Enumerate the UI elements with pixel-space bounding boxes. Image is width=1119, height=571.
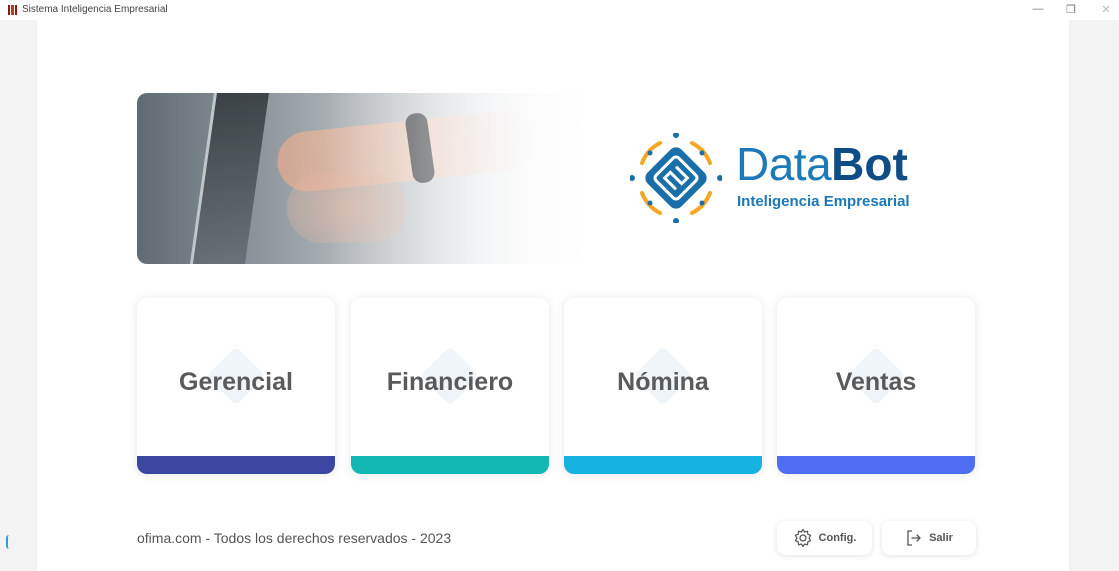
module-card-accent-bar	[777, 456, 975, 474]
footer-copyright: ofima.com - Todos los derechos reservado…	[137, 530, 452, 546]
module-card-accent-bar	[137, 456, 335, 474]
module-card-gerencial[interactable]: Gerencial	[137, 298, 335, 474]
minimize-button[interactable]: —	[1030, 3, 1046, 15]
config-button-label: Config.	[818, 532, 857, 544]
module-card-label: Gerencial	[179, 368, 293, 396]
side-indicator	[6, 535, 12, 549]
hero-image	[137, 93, 607, 264]
maximize-button[interactable]: ❐	[1063, 3, 1079, 16]
module-card-label: Nómina	[617, 368, 709, 396]
window-titlebar: Sistema Inteligencia Empresarial — ❐ ✕	[0, 0, 1119, 20]
brand-name-light: Data	[736, 138, 832, 190]
logout-icon	[907, 530, 921, 546]
module-card-accent-bar	[351, 456, 549, 474]
databot-logo-icon	[630, 133, 722, 223]
exit-button-label: Salir	[929, 532, 953, 544]
config-button[interactable]: Config.	[777, 521, 872, 555]
window-title: Sistema Inteligencia Empresarial	[22, 4, 168, 15]
app-icon	[8, 5, 17, 15]
databot-logo: DataBot Inteligencia Empresarial	[630, 133, 950, 223]
window-edge-right	[1069, 20, 1119, 571]
module-card-financiero[interactable]: Financiero	[351, 298, 549, 474]
brand-name: DataBot	[736, 139, 908, 189]
module-card-ventas[interactable]: Ventas	[777, 298, 975, 474]
close-button[interactable]: ✕	[1098, 3, 1114, 16]
exit-button[interactable]: Salir	[882, 521, 976, 555]
brand-tagline: Inteligencia Empresarial	[737, 193, 910, 210]
window-edge-left	[0, 20, 37, 571]
module-card-label: Financiero	[386, 368, 514, 396]
gear-icon	[794, 528, 811, 548]
module-card-label: Ventas	[835, 368, 917, 396]
module-card-accent-bar	[564, 456, 762, 474]
module-card-nomina[interactable]: Nómina	[564, 298, 762, 474]
brand-name-bold: Bot	[831, 138, 908, 190]
